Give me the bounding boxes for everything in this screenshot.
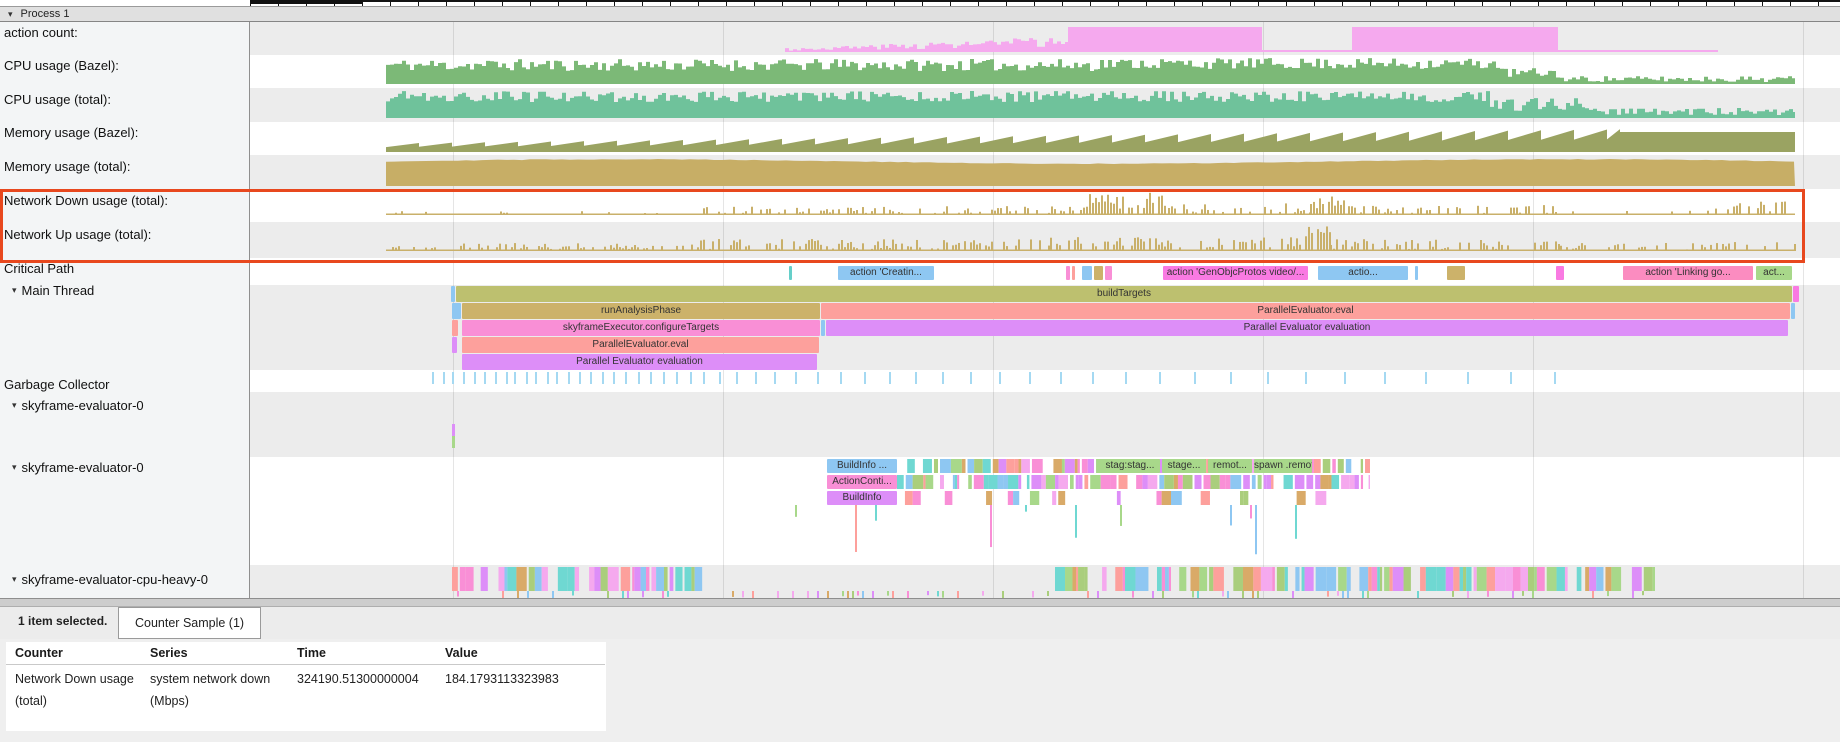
- slice-remot[interactable]: remot...: [1208, 459, 1252, 473]
- slice[interactable]: [452, 337, 457, 353]
- panel-splitter[interactable]: [0, 598, 1840, 607]
- selection-status: 1 item selected.: [18, 614, 107, 628]
- slice[interactable]: [452, 303, 461, 319]
- track-sidebar: [0, 22, 250, 598]
- slice[interactable]: [1415, 266, 1418, 280]
- track-label: Garbage Collector: [4, 377, 110, 392]
- slice-actionlinkinggo[interactable]: action 'Linking go...: [1623, 266, 1753, 280]
- slice[interactable]: [1105, 266, 1112, 280]
- collapse-arrow-icon[interactable]: ▾: [8, 10, 13, 19]
- sidebar-item-memory-usage--total--[interactable]: Memory usage (total):: [0, 159, 248, 174]
- table-header-value: Value: [445, 646, 600, 660]
- sidebar-item-network-down-usage--total--[interactable]: Network Down usage (total):: [0, 193, 248, 208]
- sidebar-item-cpu-usage--bazel--[interactable]: CPU usage (Bazel):: [0, 58, 248, 73]
- trace-viewer-window: ▾ Process 1 1 item selected. Counter Sam…: [0, 0, 1840, 742]
- track-label: CPU usage (Bazel):: [4, 58, 119, 73]
- slice[interactable]: [1066, 266, 1070, 280]
- table-header-series: Series: [150, 646, 285, 660]
- slice[interactable]: [1082, 266, 1092, 280]
- table-cell[interactable]: 324190.51300000004: [297, 668, 437, 690]
- slice[interactable]: [1556, 266, 1564, 280]
- slice-parallelevaluatorevaluat[interactable]: Parallel Evaluator evaluation: [462, 354, 817, 370]
- track-label: skyframe-evaluator-0: [22, 398, 144, 413]
- track-label: Memory usage (Bazel):: [4, 125, 138, 140]
- slice-parallelevaluatoreval[interactable]: ParallelEvaluator.eval: [821, 303, 1790, 319]
- slice-buildtargets[interactable]: buildTargets: [456, 286, 1792, 302]
- slice-act[interactable]: act...: [1756, 266, 1792, 280]
- slice-actio[interactable]: actio...: [1318, 266, 1408, 280]
- slice[interactable]: [451, 286, 455, 302]
- sidebar-item-network-up-usage--total--[interactable]: Network Up usage (total):: [0, 227, 248, 242]
- slice-actiongenobjcprotosvideo[interactable]: action 'GenObjcProtos video/...: [1163, 266, 1308, 280]
- track-label: Critical Path: [4, 261, 74, 276]
- table-cell[interactable]: 184.1793113323983: [445, 668, 600, 690]
- sidebar-item-skyframe-evaluator-cpu-heavy-0[interactable]: ▾ skyframe-evaluator-cpu-heavy-0: [0, 572, 256, 587]
- sidebar-item-skyframe-evaluator-0[interactable]: ▾ skyframe-evaluator-0: [0, 460, 256, 475]
- collapse-arrow-icon[interactable]: ▾: [12, 575, 17, 584]
- track-label: Main Thread: [22, 283, 95, 298]
- slice-spawnremot[interactable]: spawn .remot...: [1254, 459, 1312, 473]
- slice[interactable]: [789, 266, 792, 280]
- track-label: Network Down usage (total):: [4, 193, 168, 208]
- sidebar-item-memory-usage--bazel--[interactable]: Memory usage (Bazel):: [0, 125, 248, 140]
- slice[interactable]: [1447, 266, 1465, 280]
- slice[interactable]: [1793, 286, 1799, 302]
- track-label: skyframe-evaluator-cpu-heavy-0: [22, 572, 208, 587]
- table-header-divider: [6, 664, 605, 665]
- slice-stagstag[interactable]: stag:stag...: [1100, 459, 1160, 473]
- process-title: Process 1: [21, 8, 70, 20]
- collapse-arrow-icon[interactable]: ▾: [12, 286, 17, 295]
- sidebar-item-critical-path[interactable]: Critical Path: [0, 261, 248, 276]
- time-ruler-selection: [250, 0, 362, 4]
- collapse-arrow-icon[interactable]: ▾: [12, 401, 17, 410]
- table-header-counter: Counter: [15, 646, 140, 660]
- slice-buildinfo[interactable]: BuildInfo: [827, 491, 897, 505]
- process-header[interactable]: ▾ Process 1: [0, 6, 1840, 22]
- slice-parallelevaluatoreval[interactable]: ParallelEvaluator.eval: [462, 337, 819, 353]
- track-label: Memory usage (total):: [4, 159, 130, 174]
- track-label: CPU usage (total):: [4, 92, 111, 107]
- slice[interactable]: [1094, 266, 1103, 280]
- collapse-arrow-icon[interactable]: ▾: [12, 463, 17, 472]
- track-label: Network Up usage (total):: [4, 227, 151, 242]
- track-label: action count:: [4, 25, 78, 40]
- sidebar-item-main-thread[interactable]: ▾ Main Thread: [0, 283, 256, 298]
- sidebar-item-garbage-collector[interactable]: Garbage Collector: [0, 377, 248, 392]
- slice[interactable]: [1791, 303, 1795, 319]
- slice-parallelevaluatorevaluat[interactable]: Parallel Evaluator evaluation: [826, 320, 1788, 336]
- slice-runanalysisphase[interactable]: runAnalysisPhase: [462, 303, 820, 319]
- tab-counter-sample[interactable]: Counter Sample (1): [118, 607, 261, 639]
- table-header-time: Time: [297, 646, 437, 660]
- slice-buildinfo[interactable]: BuildInfo ...: [827, 459, 897, 473]
- table-cell[interactable]: Network Down usage (total): [15, 668, 140, 712]
- bottom-tab-bar: [0, 607, 1840, 639]
- sidebar-item-cpu-usage--total--[interactable]: CPU usage (total):: [0, 92, 248, 107]
- table-cell[interactable]: system network down (Mbps): [150, 668, 285, 712]
- slice-actionconti[interactable]: ActionConti...: [827, 475, 897, 489]
- slice-stage[interactable]: stage...: [1162, 459, 1206, 473]
- slice-skyframeexecutorconfigur[interactable]: skyframeExecutor.configureTargets: [462, 320, 820, 336]
- slice-actioncreatin[interactable]: action 'Creatin...: [838, 266, 934, 280]
- sidebar-item-skyframe-evaluator-0[interactable]: ▾ skyframe-evaluator-0: [0, 398, 256, 413]
- sidebar-item-action-count-[interactable]: action count:: [0, 25, 248, 40]
- slice[interactable]: [821, 320, 825, 336]
- slice[interactable]: [1072, 266, 1075, 280]
- slice[interactable]: [452, 320, 458, 336]
- track-label: skyframe-evaluator-0: [22, 460, 144, 475]
